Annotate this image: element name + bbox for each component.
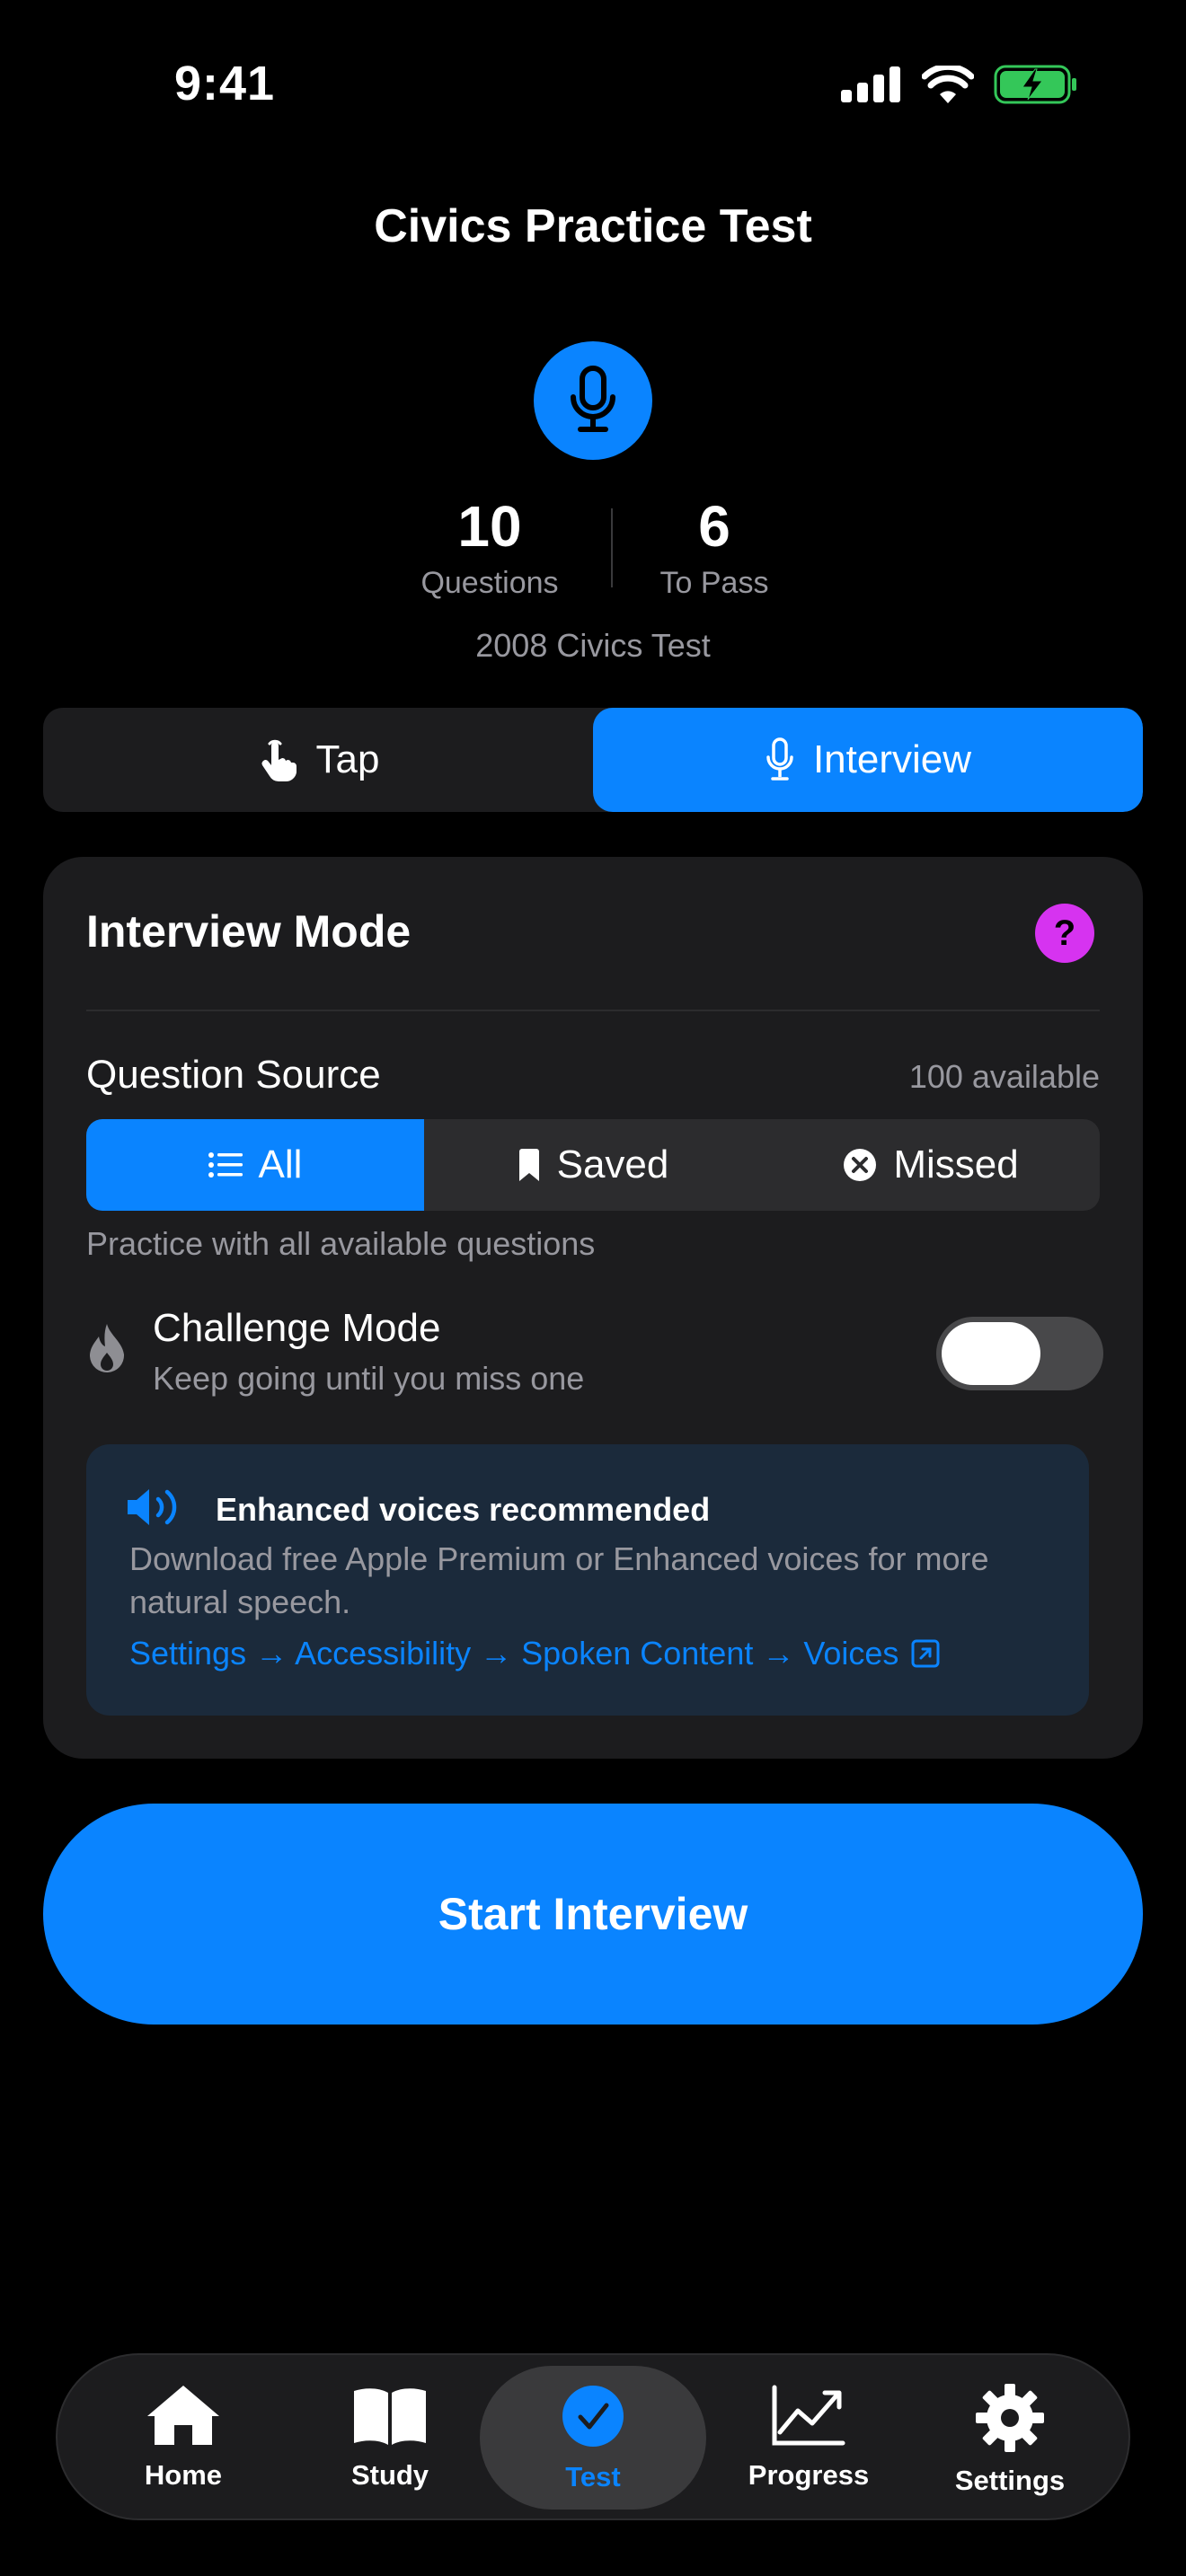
stat-questions: 10 Questions (409, 492, 571, 601)
microphone-icon (766, 737, 793, 781)
voices-title: Enhanced voices recommended (216, 1491, 711, 1528)
to-pass-count: 6 (698, 494, 730, 559)
stat-to-pass: 6 To Pass (638, 492, 791, 601)
status-icons (841, 65, 1078, 104)
questions-count: 10 (457, 494, 522, 559)
flame-icon (90, 1324, 125, 1373)
x-circle-icon (844, 1149, 877, 1181)
enhanced-voices-notice: Enhanced voices recommended Download fre… (86, 1444, 1089, 1716)
tab-study-label: Study (350, 2459, 429, 2491)
tab-study[interactable]: Study (318, 2366, 462, 2510)
tab-bar: Home Study Test Progress Settings (56, 2353, 1130, 2520)
screen: 9:41 Civics Practice Test 10 Questions 6… (0, 0, 1186, 2576)
tab-progress-label: Progress (748, 2459, 870, 2491)
mode-tap-label: Tap (315, 737, 380, 781)
card-title: Interview Mode (86, 906, 412, 957)
source-saved-label: Saved (556, 1142, 669, 1187)
toggle-knob (942, 1322, 1040, 1385)
interview-mode-card: Interview Mode ? Question Source 100 ava… (43, 857, 1143, 1759)
tab-settings[interactable]: Settings (929, 2366, 1091, 2510)
page-title: Civics Practice Test (374, 200, 812, 252)
challenge-mode-toggle[interactable] (936, 1317, 1103, 1390)
cellular-signal-icon (841, 66, 900, 102)
source-missed-button[interactable]: Missed (762, 1119, 1100, 1211)
stat-divider (611, 508, 613, 587)
source-saved-button[interactable]: Saved (424, 1119, 762, 1211)
speaker-wave-icon (128, 1489, 177, 1525)
voices-settings-path: Settings → Accessibility → Spoken Conten… (129, 1635, 899, 1672)
source-all-button[interactable]: All (86, 1119, 424, 1211)
source-missed-label: Missed (893, 1142, 1019, 1187)
tab-test[interactable]: Test (480, 2366, 706, 2510)
mode-tap-button[interactable]: Tap (43, 708, 593, 812)
bookmark-icon (518, 1149, 539, 1181)
gear-icon (976, 2384, 1044, 2452)
question-source-selector: All Saved Missed (86, 1119, 1100, 1211)
external-link-icon (911, 1639, 940, 1668)
help-button[interactable]: ? (1035, 904, 1094, 963)
voices-description: Download free Apple Premium or Enhanced … (129, 1540, 989, 1620)
house-icon (147, 2386, 219, 2445)
to-pass-label: To Pass (659, 566, 769, 600)
question-source-label: Question Source (86, 1053, 381, 1097)
mode-interview-button[interactable]: Interview (593, 708, 1143, 812)
tab-test-label: Test (565, 2461, 621, 2492)
list-icon (208, 1152, 243, 1178)
tab-home-label: Home (144, 2459, 223, 2491)
microphone-badge (534, 341, 652, 460)
divider (86, 1010, 1100, 1011)
chart-line-icon (772, 2385, 845, 2446)
challenge-mode-title: Challenge Mode (153, 1306, 441, 1350)
challenge-mode-subtitle: Keep going until you miss one (153, 1360, 585, 1397)
start-interview-button[interactable]: Start Interview (43, 1804, 1143, 2025)
questions-label: Questions (420, 566, 559, 600)
source-all-label: All (258, 1142, 303, 1187)
mode-interview-label: Interview (812, 737, 972, 781)
voices-settings-link[interactable]: Settings → Accessibility → Spoken Conten… (129, 1635, 940, 1672)
wifi-icon (922, 66, 974, 103)
tab-progress[interactable]: Progress (719, 2366, 898, 2510)
status-time: 9:41 (174, 57, 276, 110)
tab-home[interactable]: Home (111, 2366, 255, 2510)
microphone-icon (571, 366, 615, 432)
mode-selector: Tap Interview (43, 708, 1143, 812)
source-description: Practice with all available questions (86, 1225, 596, 1262)
checkmark-circle-icon (562, 2386, 624, 2447)
hand-tap-icon (261, 739, 296, 782)
battery-charging-icon (994, 65, 1076, 104)
book-icon (354, 2388, 426, 2445)
tab-settings-label: Settings (954, 2465, 1066, 2496)
available-count: 100 available (908, 1058, 1100, 1095)
test-edition: 2008 Civics Test (475, 627, 711, 664)
